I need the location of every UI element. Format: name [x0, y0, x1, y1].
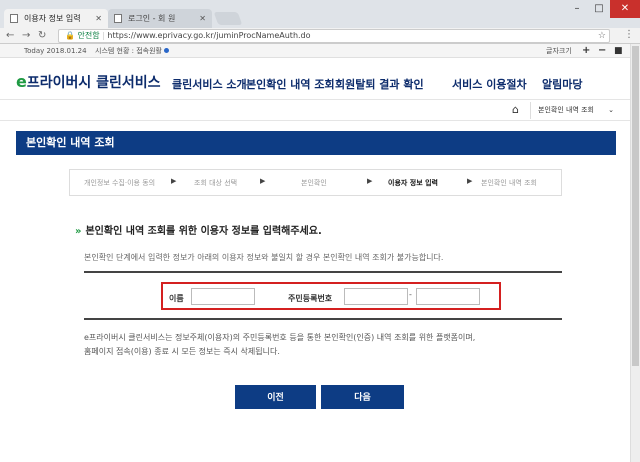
scrollbar-thumb[interactable] [632, 46, 639, 366]
forward-icon[interactable]: → [22, 29, 30, 43]
address-bar[interactable]: 🔒 안전함 | https://www.eprivacy.go.kr/jumin… [58, 29, 610, 43]
new-tab-button[interactable] [213, 12, 243, 25]
notice-text: e프라이버시 클린서비스는 정보주체(이용자)의 주민등록번호 등을 통한 본인… [84, 331, 475, 359]
double-chevron-icon: » [75, 226, 82, 237]
step-history: 본인확인 내역 조회 [481, 179, 537, 187]
location-select[interactable]: 본인확인 내역 조회 ⌄ [530, 102, 618, 119]
location-bar: ⌂ 본인확인 내역 조회 ⌄ [0, 99, 630, 121]
page-icon [114, 14, 122, 23]
step-user-info: 이용자 정보 입력 [388, 179, 438, 187]
section-heading-text: 본인확인 내역 조회를 위한 이용자 정보를 입력해주세요. [85, 226, 322, 237]
secure-label: 안전함 [77, 31, 100, 40]
status-dot-icon [164, 48, 169, 53]
logo-text: 프라이버시 클린서비스 [26, 75, 161, 91]
step-consent: 개인정보 수집·이용 동의 [84, 179, 156, 187]
rrn-back-input[interactable] [416, 288, 480, 305]
nav-item-procedure[interactable]: 서비스 이용절차 [452, 76, 527, 92]
tab-title: 로그인 - 회 원 [128, 14, 176, 23]
window-close-icon[interactable]: ✕ [610, 0, 640, 18]
nav-item-history[interactable]: 본인확인 내역 조회 [246, 76, 335, 92]
page-title: 본인확인 내역 조회 [16, 131, 616, 155]
step-arrow-icon: ▶ [367, 177, 373, 185]
divider [84, 271, 562, 273]
maximize-icon[interactable]: □ [588, 0, 610, 18]
rrn-front-input[interactable] [344, 288, 408, 305]
logo-e: e [16, 72, 27, 91]
location-select-value: 본인확인 내역 조회 [538, 106, 594, 114]
minimize-icon[interactable]: – [566, 0, 588, 18]
font-decrease-icon[interactable]: − [598, 44, 606, 58]
system-status: 시스템 현황 : 접속원활 [95, 44, 169, 58]
browser-menu-icon[interactable]: ⋮ [624, 29, 634, 40]
browser-chrome: 이용자 정보 입력 ✕ 로그인 - 회 원 ✕ – □ ✕ ← → ↻ 🔒 안전… [0, 0, 640, 44]
user-info-form: 이름 주민등록번호 - [161, 282, 501, 310]
page-icon [10, 14, 18, 23]
site-logo[interactable]: e프라이버시 클린서비스 [16, 72, 161, 92]
reload-icon[interactable]: ↻ [38, 29, 46, 43]
close-tab-icon[interactable]: ✕ [95, 9, 102, 28]
next-button[interactable]: 다음 [321, 385, 404, 409]
close-tab-icon[interactable]: ✕ [199, 9, 206, 28]
step-target: 조회 대상 선택 [194, 179, 238, 187]
step-arrow-icon: ▶ [467, 177, 473, 185]
section-heading: » 본인확인 내역 조회를 위한 이용자 정보를 입력해주세요. [75, 222, 322, 237]
step-arrow-icon: ▶ [260, 177, 266, 185]
prev-button[interactable]: 이전 [235, 385, 316, 409]
utility-bar: Today 2018.01.24 시스템 현황 : 접속원활 글자크기 + − … [0, 44, 630, 58]
name-input[interactable] [191, 288, 255, 305]
rrn-separator: - [409, 290, 412, 299]
bookmark-star-icon[interactable]: ☆ [598, 30, 606, 42]
font-size-label: 글자크기 [546, 47, 572, 55]
nav-item-intro[interactable]: 클린서비스 소개 [172, 76, 247, 92]
notice-line-2: 홈페이지 접속(이용) 종료 시 모든 정보는 즉시 삭제됩니다. [84, 347, 280, 356]
url-text: https://www.eprivacy.go.kr/juminProcName… [107, 31, 311, 40]
font-increase-icon[interactable]: + [582, 44, 590, 58]
home-icon[interactable]: ⌂ [512, 103, 519, 116]
description-text: 본인확인 단계에서 입력한 정보가 아래의 이용자 정보와 불일치 할 경우 본… [84, 253, 444, 262]
nav-item-withdrawal[interactable]: 회원탈퇴 결과 확인 [335, 76, 424, 92]
tab-inactive[interactable]: 로그인 - 회 원 ✕ [108, 9, 212, 28]
back-icon[interactable]: ← [6, 29, 14, 43]
today-date: Today 2018.01.24 [24, 47, 87, 55]
rrn-label: 주민등록번호 [288, 294, 333, 303]
lock-icon: 🔒 [65, 31, 75, 40]
step-arrow-icon: ▶ [171, 177, 177, 185]
browser-toolbar: ← → ↻ 🔒 안전함 | https://www.eprivacy.go.kr… [0, 28, 640, 44]
chevron-down-icon: ⌄ [608, 106, 614, 114]
window-controls: – □ ✕ [566, 0, 640, 18]
name-label: 이름 [169, 294, 184, 303]
font-reset-icon[interactable]: ■ [614, 44, 623, 58]
notice-line-1: e프라이버시 클린서비스는 정보주체(이용자)의 주민등록번호 등을 통한 본인… [84, 333, 476, 342]
divider [84, 318, 562, 320]
step-auth: 본인확인 [301, 179, 327, 187]
tab-title: 이용자 정보 입력 [24, 14, 81, 23]
tab-active[interactable]: 이용자 정보 입력 ✕ [4, 9, 108, 28]
nav-item-notice[interactable]: 알림마당 [542, 76, 582, 92]
step-indicator: 개인정보 수집·이용 동의 ▶ 조회 대상 선택 ▶ 본인확인 ▶ 이용자 정보… [69, 169, 562, 196]
system-status-text: 시스템 현황 : 접속원활 [95, 47, 162, 55]
